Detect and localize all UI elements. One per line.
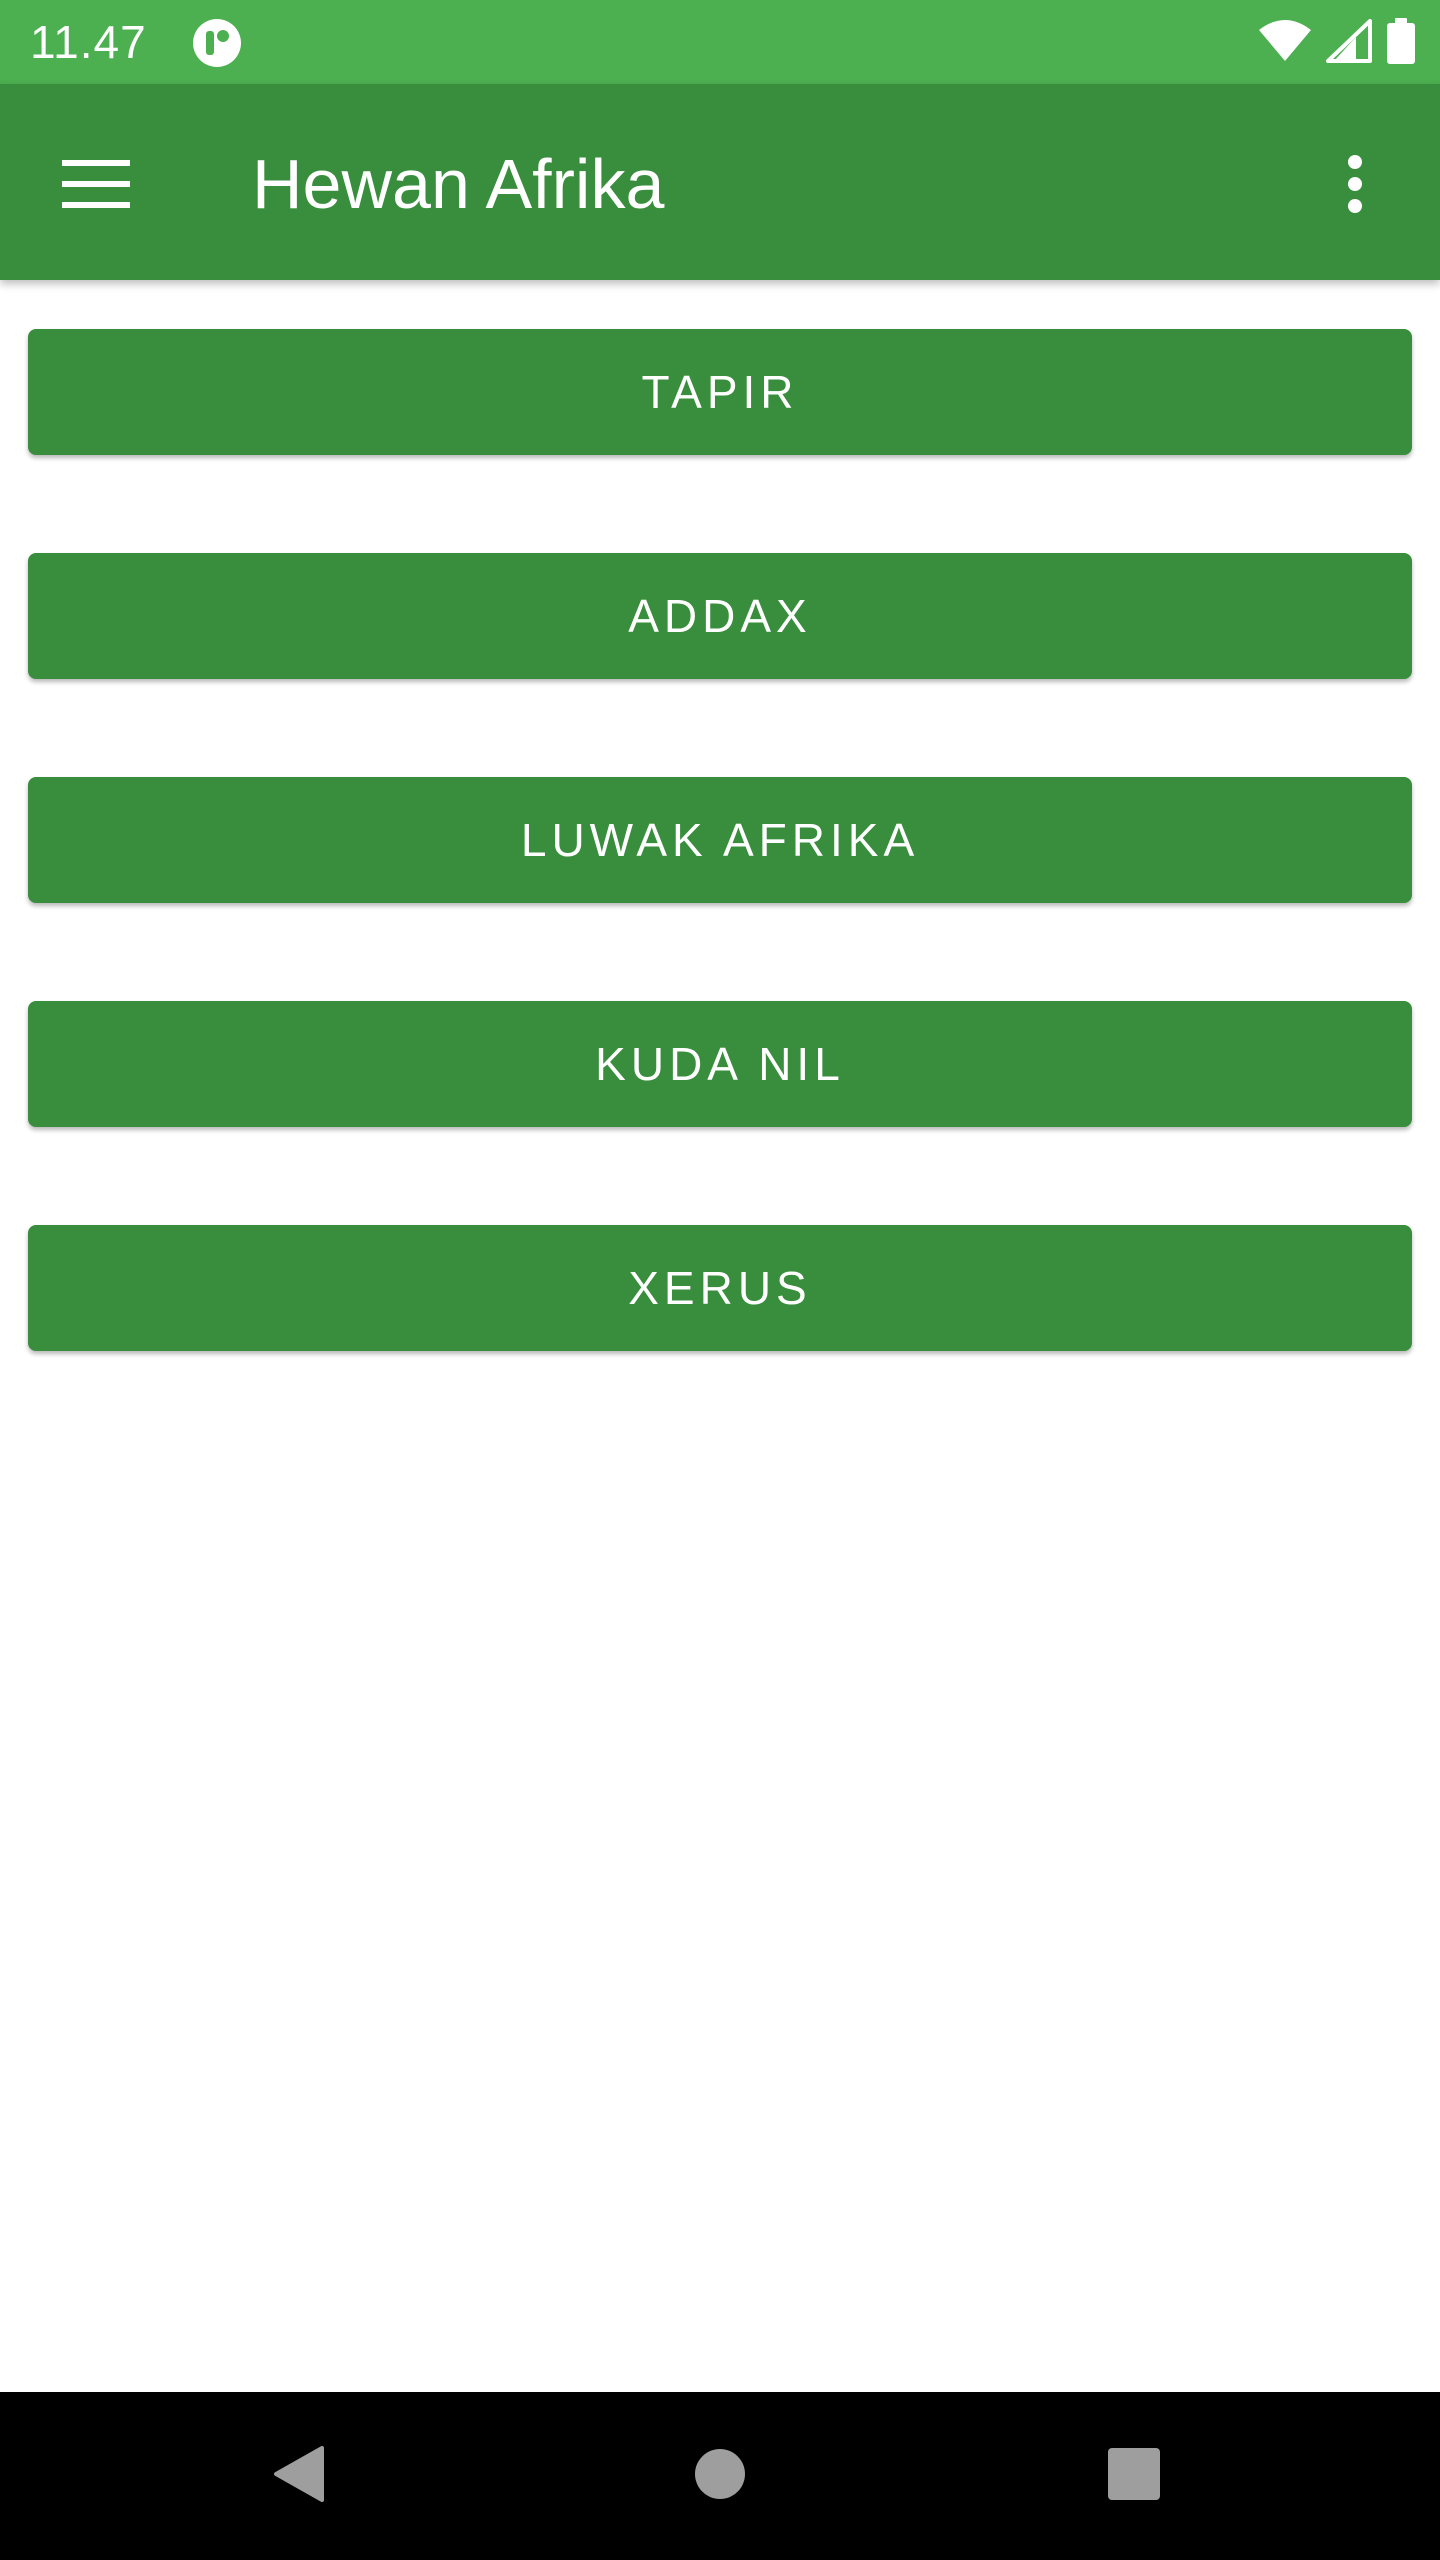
- wifi-icon: [1258, 19, 1312, 68]
- status-bar: 11.47: [0, 0, 1440, 84]
- recents-button[interactable]: [1084, 2426, 1184, 2526]
- hamburger-menu-icon: [62, 158, 130, 215]
- battery-icon: [1386, 17, 1416, 69]
- status-icons: [1258, 17, 1416, 69]
- animal-button-luwak-afrika[interactable]: LUWAK AFRIKA: [28, 777, 1412, 903]
- more-vert-icon: [1347, 154, 1363, 219]
- animal-button-kuda-nil[interactable]: KUDA NIL: [28, 1001, 1412, 1127]
- menu-button[interactable]: [46, 136, 146, 236]
- home-button[interactable]: [670, 2426, 770, 2526]
- recents-icon: [1108, 2447, 1160, 2505]
- notification-app-icon: [192, 18, 242, 68]
- signal-icon: [1326, 18, 1372, 68]
- status-time: 11.47: [30, 16, 147, 68]
- animal-button-addax[interactable]: ADDAX: [28, 553, 1412, 679]
- back-button[interactable]: [250, 2426, 350, 2526]
- animal-button-xerus[interactable]: XERUS: [28, 1225, 1412, 1351]
- home-icon: [694, 2448, 746, 2505]
- navigation-bar: [0, 2392, 1440, 2560]
- overflow-menu-button[interactable]: [1310, 136, 1400, 236]
- animal-button-tapir[interactable]: TAPIR: [28, 329, 1412, 455]
- app-screen: 11.47 Hewan Afrika TAPIR ADDAX LUWAK AFR…: [0, 0, 1440, 2560]
- app-bar: Hewan Afrika: [0, 84, 1440, 280]
- back-icon: [270, 2444, 330, 2509]
- page-title: Hewan Afrika: [252, 145, 665, 223]
